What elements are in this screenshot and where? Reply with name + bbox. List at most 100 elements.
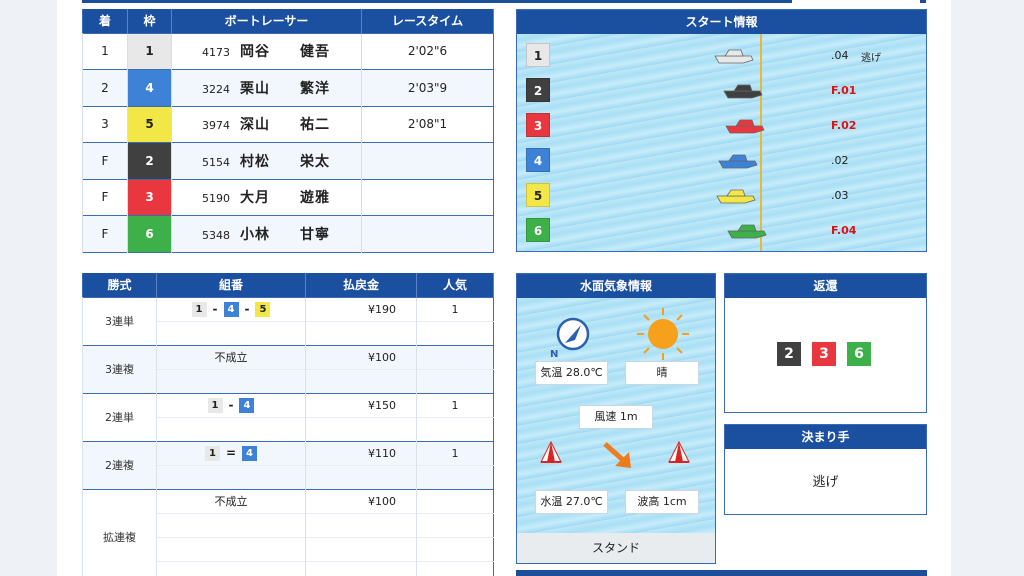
- payout-amount: [305, 560, 417, 576]
- refund-boat-badge: 6: [847, 342, 871, 366]
- results-row: 3 5 3974 深山 祐二 2'08"1: [82, 105, 494, 143]
- payout-group: 拡連複 不成立 ¥100: [82, 488, 494, 576]
- payout-header-row: 勝式 組番 払戻金 人気: [82, 273, 494, 297]
- result-frame-badge: 6: [127, 215, 172, 252]
- weather-title: 水面気象情報: [517, 274, 715, 298]
- racer-name[interactable]: 栗山 繁洋: [240, 81, 330, 97]
- racer-name[interactable]: 岡谷 健吾: [240, 44, 330, 60]
- payout-combination: [156, 560, 306, 576]
- payout-combination: 1 = 4: [156, 440, 306, 465]
- start-boat-badge: 6: [526, 218, 550, 242]
- result-frame-badge: 3: [127, 178, 172, 216]
- racer-name[interactable]: 深山 祐二: [240, 117, 330, 133]
- racer-name[interactable]: 小林 甘寧: [240, 227, 330, 243]
- weather-panel: 水面気象情報 N 気温 28.0℃ 晴 風速 1m 水温 27.0℃ 波高 1c…: [516, 273, 716, 564]
- bottom-divider: [516, 570, 927, 576]
- results-row: 1 1 4173 岡谷 健吾 2'02"6: [82, 32, 494, 70]
- results-header-place: 着: [82, 9, 128, 33]
- payout-row: 2連複 1 = 4 ¥110 1: [82, 440, 494, 489]
- result-racer: 3224 栗山 繁洋: [171, 69, 362, 106]
- payout-amount: ¥100: [305, 344, 417, 369]
- payout-row: 2連単 1-4 ¥150 1: [82, 392, 494, 441]
- racer-registration-number: 5154: [202, 155, 230, 169]
- right-buoy-icon: [668, 440, 690, 463]
- racer-registration-number: 3974: [202, 119, 230, 133]
- payout-popularity: 1: [416, 392, 494, 417]
- combination-boat-badge: 4: [239, 397, 255, 413]
- racer-registration-number: 3224: [202, 82, 230, 96]
- results-row: 2 4 3224 栗山 繁洋 2'03"9: [82, 69, 494, 106]
- kimarite-title: 決まり手: [725, 425, 926, 449]
- refund-boat-badge: 2: [777, 342, 801, 366]
- result-race-time: 2'03"9: [361, 69, 494, 106]
- payout-popularity: [416, 368, 494, 393]
- start-info-panel: スタート情報 1.04 逃げ 2 F.01 3 F.02 4.02 5.03 6 F.04: [516, 9, 927, 252]
- payout-not-established: 不成立: [214, 495, 248, 508]
- payout-amount: [305, 464, 417, 489]
- payout-combination: [156, 536, 306, 561]
- payout-header-combo: 組番: [156, 273, 306, 297]
- result-place: F: [82, 178, 128, 216]
- start-boat-badge: 3: [526, 113, 550, 137]
- racer-registration-number: 5348: [202, 228, 230, 242]
- payout-combination: [156, 320, 306, 345]
- payout-popularity: [416, 560, 494, 576]
- payout-not-established: 不成立: [214, 351, 248, 364]
- start-row: 2 F.01: [517, 72, 926, 107]
- wind-speed: 風速 1m: [579, 405, 653, 429]
- combination-separator: -: [228, 398, 234, 412]
- payout-combination: 1-4-5: [156, 296, 306, 321]
- payout-bet-type: 3連単: [82, 296, 157, 345]
- payout-combination: [156, 416, 306, 441]
- boat-icon: [716, 189, 756, 204]
- boat-icon: [725, 119, 765, 134]
- payout-header-amount: 払戻金: [305, 273, 417, 297]
- result-frame-badge: 2: [127, 142, 172, 179]
- payout-popularity: [416, 512, 494, 537]
- water-temperature: 水温 27.0℃: [535, 490, 608, 514]
- start-row: 1 .04 逃げ: [517, 37, 926, 72]
- payout-header-bettype: 勝式: [82, 273, 157, 297]
- start-row: 3 F.02: [517, 107, 926, 142]
- boat-icon: [727, 224, 767, 239]
- combination-boat-badge: 4: [242, 445, 258, 461]
- combination-badges: 1-4-5: [191, 301, 271, 317]
- weather-condition: 晴: [625, 361, 699, 385]
- combination-boat-badge: 1: [207, 397, 223, 413]
- results-header-time: レースタイム: [361, 9, 494, 33]
- racer-name[interactable]: 大月 遊雅: [240, 190, 330, 206]
- payout-amount: [305, 512, 417, 537]
- results-table: 着 枠 ボートレーサー レースタイム 1 1 4173 岡谷 健吾 2'02"6 2 4 32…: [82, 9, 494, 253]
- result-place: F: [82, 215, 128, 252]
- weather-body: N 気温 28.0℃ 晴 風速 1m 水温 27.0℃ 波高 1cm: [517, 298, 715, 533]
- results-header-racer: ボートレーサー: [171, 9, 362, 33]
- result-racer: 5190 大月 遊雅: [171, 178, 362, 216]
- results-row: F 6 5348 小林 甘寧: [82, 215, 494, 252]
- wind-arrow-icon: [603, 442, 631, 468]
- result-frame-badge: 5: [127, 105, 172, 143]
- start-row: 5.03: [517, 177, 926, 212]
- payout-combination: [156, 464, 306, 489]
- start-timing: F.04: [831, 224, 857, 237]
- payout-amount: [305, 320, 417, 345]
- racer-name[interactable]: 村松 栄太: [240, 154, 330, 170]
- payout-bet-type: 3連複: [82, 344, 157, 393]
- kimarite-panel: 決まり手 逃げ: [724, 424, 927, 515]
- payout-combination: [156, 512, 306, 537]
- start-boat-badge: 1: [526, 43, 550, 67]
- result-place: 1: [82, 32, 128, 70]
- payout-group: 3連複 不成立 ¥100: [82, 344, 494, 393]
- top-divider: [82, 0, 792, 3]
- combination-separator: -: [244, 302, 250, 316]
- payout-popularity: 1: [416, 296, 494, 321]
- result-frame-badge: 4: [127, 69, 172, 106]
- top-divider-right: [920, 0, 926, 3]
- payout-popularity: [416, 488, 494, 513]
- payout-row: 拡連複 不成立 ¥100: [82, 488, 494, 576]
- results-row: F 3 5190 大月 遊雅: [82, 178, 494, 216]
- payout-popularity: [416, 344, 494, 369]
- result-racer: 3974 深山 祐二: [171, 105, 362, 143]
- payout-amount: ¥190: [305, 296, 417, 321]
- refund-boat-badge: 3: [812, 342, 836, 366]
- start-boat-badge: 2: [526, 78, 550, 102]
